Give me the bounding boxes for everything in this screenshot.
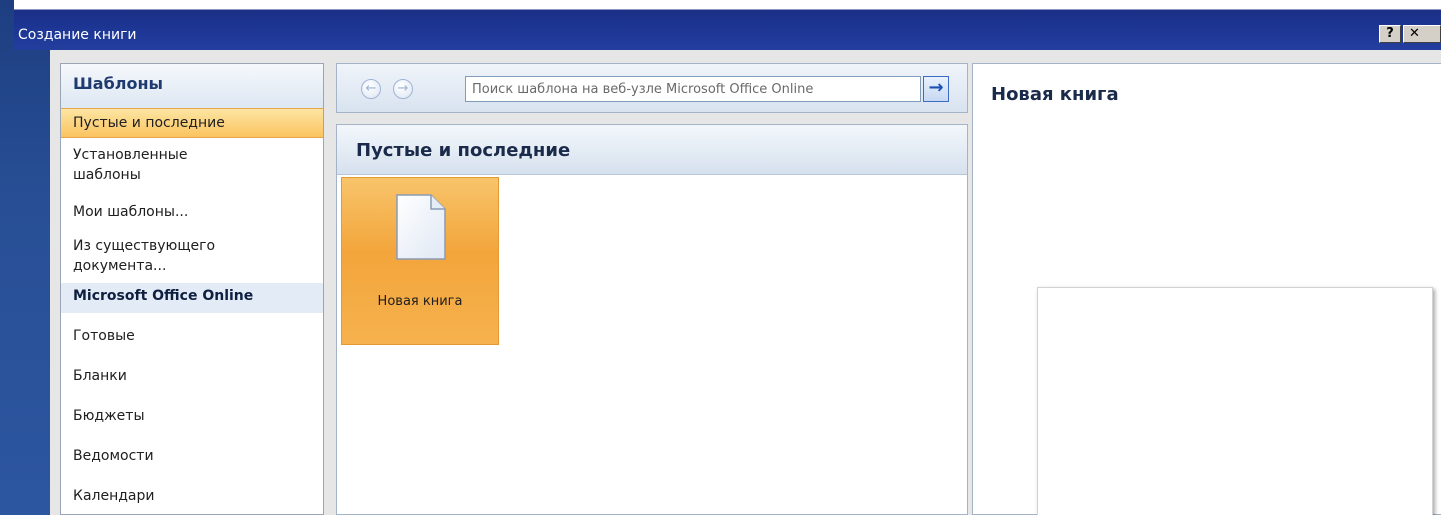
dialog-body: Шаблоны Пустые и последние Установленные… <box>50 50 1441 515</box>
sidebar-item-calendars[interactable]: Календари <box>61 480 323 512</box>
arrow-right-icon: → <box>928 77 944 98</box>
arrow-right-icon: → <box>397 81 409 96</box>
sidebar-section-label: Microsoft Office Online <box>73 288 254 304</box>
arrow-left-icon: ← <box>365 81 377 96</box>
panel-title: Пустые и последние <box>356 140 571 161</box>
sidebar-item-label: Бюджеты <box>73 408 145 424</box>
sidebar-title: Шаблоны <box>73 74 163 93</box>
templates-panel: Пустые и последние Новая книга <box>336 124 968 515</box>
preview-pane: Новая книга <box>972 63 1441 515</box>
template-tile-new-workbook[interactable]: Новая книга <box>341 177 499 345</box>
sidebar-header: Шаблоны <box>61 64 323 108</box>
sidebar-item-label: Мои шаблоны... <box>73 204 189 220</box>
sidebar-item-label: Бланки <box>73 368 127 384</box>
preview-thumbnail <box>1037 287 1433 515</box>
sidebar-item-statements[interactable]: Ведомости <box>61 440 323 472</box>
sidebar-item-my-templates[interactable]: Мои шаблоны... <box>61 200 323 228</box>
sidebar-item-label: Из существующего документа... <box>73 238 216 274</box>
sidebar-item-installed-templates[interactable]: Установленные шаблоны <box>61 144 231 188</box>
sidebar-item-label: Календари <box>73 488 155 504</box>
sidebar-item-ready[interactable]: Готовые <box>61 320 323 352</box>
forward-button[interactable]: → <box>393 79 413 99</box>
templates-sidebar: Шаблоны Пустые и последние Установленные… <box>60 63 324 515</box>
navigation-bar: ← → → <box>336 63 968 113</box>
dialog-title: Создание книги <box>18 27 137 43</box>
template-tile-label: Новая книга <box>377 294 463 309</box>
sidebar-item-budgets[interactable]: Бюджеты <box>61 400 323 432</box>
template-search-input[interactable] <box>465 76 921 102</box>
search-go-button[interactable]: → <box>923 76 949 102</box>
close-button[interactable]: ✕ <box>1403 25 1441 43</box>
help-button[interactable]: ? <box>1379 25 1401 43</box>
title-bar[interactable]: Создание книги ? ✕ <box>14 0 1441 50</box>
sidebar-item-label: Ведомости <box>73 448 154 464</box>
back-button[interactable]: ← <box>361 79 381 99</box>
panel-header: Пустые и последние <box>337 125 967 175</box>
close-icon: ✕ <box>1409 26 1420 41</box>
preview-title: Новая книга <box>991 84 1119 105</box>
sidebar-item-label: Готовые <box>73 328 135 344</box>
sidebar-item-blank-recent[interactable]: Пустые и последние <box>61 108 323 138</box>
sidebar-section-office-online: Microsoft Office Online <box>61 283 323 313</box>
sidebar-item-from-existing[interactable]: Из существующего документа... <box>61 234 251 280</box>
sidebar-item-forms[interactable]: Бланки <box>61 360 323 392</box>
blank-document-icon <box>396 194 446 260</box>
sidebar-item-label: Пустые и последние <box>73 115 225 131</box>
create-workbook-dialog: Создание книги ? ✕ Шаблоны Пустые и посл… <box>14 0 1441 515</box>
sidebar-item-label: Установленные шаблоны <box>73 147 188 183</box>
